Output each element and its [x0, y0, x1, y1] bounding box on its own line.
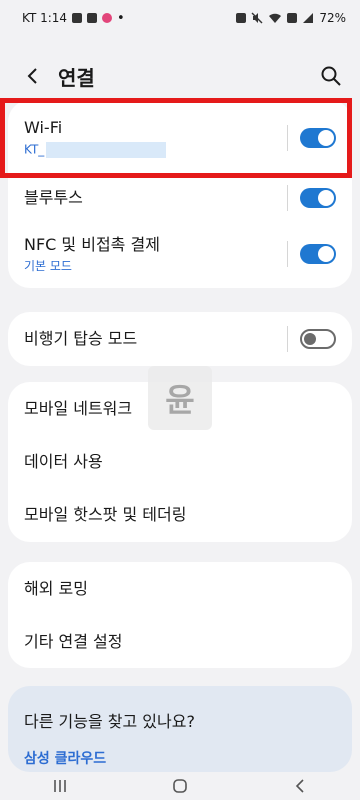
dot-icon: • [117, 10, 125, 26]
status-bar: KT 1:14 • 72% [0, 0, 360, 36]
search-icon[interactable] [320, 65, 342, 87]
roaming-text: 해외 로밍 [24, 579, 336, 598]
hotspot-text: 모바일 핫스팟 및 테더링 [24, 505, 336, 524]
carrier-time: KT 1:14 [22, 11, 68, 25]
nfc-row[interactable]: NFC 및 비접촉 결제 기본 모드 [8, 220, 352, 288]
watermark-logo: 윤 [148, 366, 212, 430]
airplane-row[interactable]: 비행기 탑승 모드 [8, 312, 352, 366]
more-settings-label: 기타 연결 설정 [24, 632, 123, 652]
nfc-mode: 기본 모드 [24, 258, 72, 273]
app-header: 연결 [0, 54, 360, 98]
row-divider [287, 326, 288, 352]
battery-level: 72% [319, 11, 346, 25]
instagram-icon [102, 13, 113, 23]
gallery-icon [72, 13, 83, 23]
looking-for-card: 다른 기능을 찾고 있나요? 삼성 클라우드 [8, 686, 352, 772]
bluetooth-label: 블루투스 [24, 188, 83, 208]
wifi-text: Wi-Fi KT_ [24, 117, 287, 159]
more-settings-row[interactable]: 기타 연결 설정 [8, 616, 352, 668]
signal-icon [303, 13, 314, 23]
hotspot-row[interactable]: 모바일 핫스팟 및 테더링 [8, 488, 352, 542]
roaming-label: 해외 로밍 [24, 579, 88, 599]
wifi-network-name: KT_ [24, 142, 287, 159]
toggle-knob [304, 333, 316, 345]
chevron-left-icon[interactable] [22, 66, 42, 86]
bluetooth-row[interactable]: 블루투스 [8, 176, 352, 220]
wifi-toggle[interactable] [300, 128, 336, 148]
airplane-text: 비행기 탑승 모드 [24, 329, 287, 348]
back-icon[interactable] [288, 776, 312, 796]
mute-icon [251, 12, 263, 24]
row-divider [287, 125, 288, 151]
airplane-label: 비행기 탑승 모드 [24, 329, 138, 349]
navigation-bar [0, 772, 360, 800]
data-usage-label: 데이터 사용 [24, 452, 103, 472]
hotspot-label: 모바일 핫스팟 및 테더링 [24, 505, 187, 525]
airplane-card: 비행기 탑승 모드 [8, 312, 352, 366]
status-bar-left: KT 1:14 • [22, 11, 125, 25]
connections-card: Wi-Fi KT_ 블루투스 NFC 및 비접촉 결제 기본 모드 [8, 100, 352, 288]
other-card: 해외 로밍 기타 연결 설정 [8, 562, 352, 668]
status-bar-right: 72% [236, 11, 346, 25]
row-divider [287, 241, 288, 267]
row-divider [287, 185, 288, 211]
data-usage-text: 데이터 사용 [24, 452, 336, 471]
looking-for-title: 다른 기능을 찾고 있나요? [24, 712, 195, 731]
toggle-knob [318, 130, 334, 146]
wifi-icon [269, 13, 282, 23]
wifi-label: Wi-Fi [24, 117, 63, 137]
roaming-row[interactable]: 해외 로밍 [8, 562, 352, 616]
toggle-knob [318, 190, 334, 206]
hd-volte-icon [287, 13, 298, 23]
home-icon[interactable] [168, 776, 192, 796]
samsung-cloud-link[interactable]: 삼성 클라우드 [24, 748, 336, 768]
nfc-label: NFC 및 비접촉 결제 [24, 234, 160, 254]
page-title: 연결 [58, 65, 95, 90]
data-usage-row[interactable]: 데이터 사용 [8, 436, 352, 488]
more-settings-text: 기타 연결 설정 [24, 632, 336, 651]
wifi-ssid-prefix: KT_ [24, 142, 45, 157]
wifi-row[interactable]: Wi-Fi KT_ [8, 100, 352, 176]
watermark-text: 윤 [165, 381, 195, 419]
bluetooth-toggle[interactable] [300, 188, 336, 208]
sim-icon [236, 13, 247, 23]
ssid-redacted-block [46, 142, 167, 159]
toggle-knob [318, 246, 334, 262]
bluetooth-text: 블루투스 [24, 188, 287, 207]
nfc-text: NFC 및 비접촉 결제 기본 모드 [24, 235, 287, 274]
recents-icon[interactable] [48, 776, 72, 796]
airplane-toggle[interactable] [300, 329, 336, 349]
nfc-toggle[interactable] [300, 244, 336, 264]
photo-icon [87, 13, 98, 23]
